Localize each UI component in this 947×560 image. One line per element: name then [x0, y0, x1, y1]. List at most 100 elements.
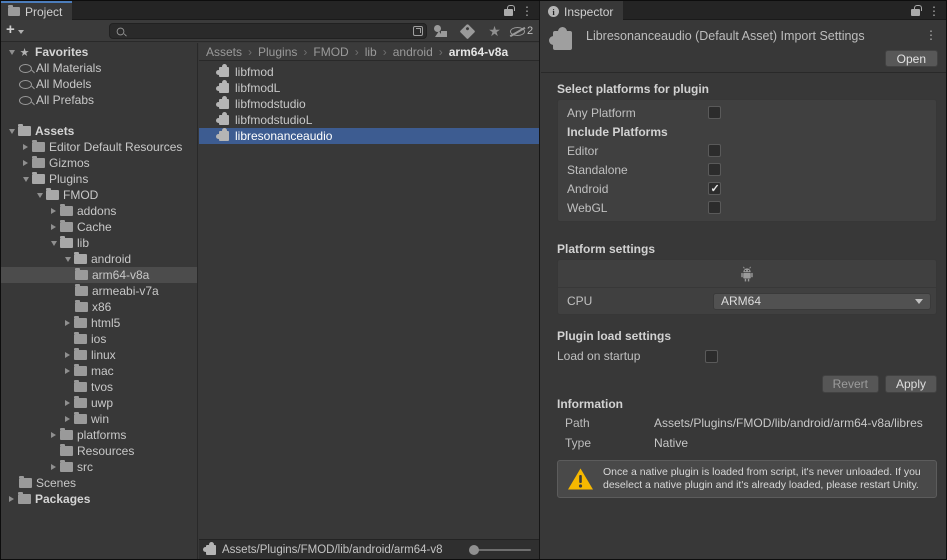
chevron-down-icon[interactable]: [19, 177, 32, 182]
chevron-right-icon[interactable]: [47, 224, 60, 230]
tree-item-armeabi-v7a[interactable]: armeabi-v7a: [1, 283, 197, 299]
breadcrumb-plugins[interactable]: Plugins: [242, 45, 297, 59]
folder-icon: [60, 204, 73, 216]
tree-item-html5[interactable]: html5: [1, 315, 197, 331]
tab-inspector[interactable]: i Inspector: [541, 1, 624, 20]
tree-item-packages[interactable]: Packages: [1, 491, 197, 507]
open-folder-icon: [46, 188, 59, 200]
kebab-menu-icon[interactable]: [928, 5, 940, 17]
import-settings-title: Libresonanceaudio (Default Asset) Import…: [586, 29, 865, 43]
chevron-down-icon[interactable]: [61, 257, 74, 262]
chevron-right-icon[interactable]: [61, 368, 74, 374]
unlock-icon[interactable]: [504, 5, 515, 16]
chevron-down-icon[interactable]: [5, 50, 18, 55]
create-asset-button[interactable]: +: [6, 22, 24, 38]
unlock-icon[interactable]: [911, 5, 922, 16]
tree-item-tvos[interactable]: tvos: [1, 379, 197, 395]
icon-size-slider[interactable]: [469, 540, 531, 560]
chevron-right-icon[interactable]: [61, 320, 74, 326]
chevron-down-icon[interactable]: [5, 129, 18, 134]
tree-item-assets[interactable]: Assets: [1, 123, 197, 139]
android-checkbox[interactable]: [708, 182, 721, 195]
filter-by-type-button[interactable]: [427, 21, 454, 41]
tree-item-android[interactable]: android: [1, 251, 197, 267]
tree-item-resources[interactable]: Resources: [1, 443, 197, 459]
chevron-right-icon[interactable]: [61, 400, 74, 406]
cpu-dropdown[interactable]: ARM64: [713, 292, 931, 310]
chevron-down-icon[interactable]: [33, 193, 46, 198]
tree-item-scenes[interactable]: Scenes: [1, 475, 197, 491]
chevron-right-icon[interactable]: [5, 496, 18, 502]
editor-checkbox[interactable]: [708, 144, 721, 157]
asset-item-libresonanceaudio[interactable]: libresonanceaudio: [199, 128, 539, 144]
kebab-menu-icon[interactable]: [521, 5, 533, 17]
android-icon[interactable]: [738, 266, 756, 282]
breadcrumb-android[interactable]: android: [377, 45, 433, 59]
tree-item-mac[interactable]: mac: [1, 363, 197, 379]
kebab-menu-icon[interactable]: [925, 29, 937, 41]
chevron-down-icon: [17, 29, 24, 34]
folder-icon: [32, 140, 45, 152]
favorites-item-all-prefabs[interactable]: All Prefabs: [1, 92, 197, 108]
breadcrumb-assets[interactable]: Assets: [206, 45, 242, 59]
chevron-right-icon[interactable]: [47, 432, 60, 438]
star-icon: [18, 46, 31, 59]
platform-row-android: Android: [558, 179, 936, 198]
plus-icon: +: [6, 21, 15, 38]
chevron-right-icon[interactable]: [47, 208, 60, 214]
cpu-label: CPU: [567, 294, 593, 308]
tree-item-plugins[interactable]: Plugins: [1, 171, 197, 187]
folder-icon: [75, 284, 88, 296]
asset-item-libfmodstudio[interactable]: libfmodstudio: [199, 96, 539, 112]
unity-editor-window: Project +: [0, 0, 947, 560]
tree-item-x86[interactable]: x86: [1, 299, 197, 315]
import-settings-header: Libresonanceaudio (Default Asset) Import…: [541, 20, 946, 72]
breadcrumb-lib[interactable]: lib: [349, 45, 377, 59]
tree-item-ios[interactable]: ios: [1, 331, 197, 347]
open-search-window-icon[interactable]: [413, 26, 423, 36]
tab-project[interactable]: Project: [1, 1, 73, 20]
tree-item-cache[interactable]: Cache: [1, 219, 197, 235]
tree-item-addons[interactable]: addons: [1, 203, 197, 219]
slider-handle[interactable]: [469, 544, 479, 555]
asset-item-libfmodl[interactable]: libfmodL: [199, 80, 539, 96]
native-plugin-warning: Once a native plugin is loaded from scri…: [557, 460, 937, 498]
any-platform-checkbox[interactable]: [708, 106, 721, 119]
apply-button[interactable]: Apply: [884, 375, 937, 393]
tree-item-fmod[interactable]: FMOD: [1, 187, 197, 203]
hidden-packages-button[interactable]: 2: [508, 21, 535, 41]
asset-item-libfmodstudiol[interactable]: libfmodstudioL: [199, 112, 539, 128]
standalone-checkbox[interactable]: [708, 163, 721, 176]
breadcrumb-arm64-v8a[interactable]: arm64-v8a: [433, 45, 508, 59]
search-input[interactable]: [109, 23, 427, 39]
filter-by-label-button[interactable]: [454, 21, 481, 41]
favorites-root[interactable]: Favorites: [1, 44, 197, 60]
chevron-right-icon[interactable]: [19, 160, 32, 166]
tree-item-linux[interactable]: linux: [1, 347, 197, 363]
asset-item-libfmod[interactable]: libfmod: [199, 64, 539, 80]
favorites-item-all-models[interactable]: All Models: [1, 76, 197, 92]
tree-item-win[interactable]: win: [1, 411, 197, 427]
inspector-panel: i Inspector Libresonanceaudio (Default A…: [541, 1, 946, 559]
chevron-right-icon[interactable]: [61, 416, 74, 422]
tree-item-lib[interactable]: lib: [1, 235, 197, 251]
chevron-right-icon[interactable]: [47, 464, 60, 470]
search-icon: [19, 63, 32, 73]
chevron-right-icon[interactable]: [19, 144, 32, 150]
revert-button[interactable]: Revert: [821, 375, 879, 393]
tree-item-editor-default-resources[interactable]: Editor Default Resources: [1, 139, 197, 155]
favorites-item-all-materials[interactable]: All Materials: [1, 60, 197, 76]
chevron-down-icon[interactable]: [47, 241, 60, 246]
webgl-checkbox[interactable]: [708, 201, 721, 214]
tree-item-gizmos[interactable]: Gizmos: [1, 155, 197, 171]
load-on-startup-checkbox[interactable]: [705, 349, 718, 363]
favorites-filter-button[interactable]: [481, 21, 508, 41]
eye-off-icon: [509, 26, 525, 37]
tree-item-uwp[interactable]: uwp: [1, 395, 197, 411]
open-button[interactable]: Open: [884, 50, 938, 67]
tree-item-arm64-v8a[interactable]: arm64-v8a: [1, 267, 197, 283]
tree-item-src[interactable]: src: [1, 459, 197, 475]
breadcrumb-fmod[interactable]: FMOD: [297, 45, 348, 59]
tree-item-platforms[interactable]: platforms: [1, 427, 197, 443]
chevron-right-icon[interactable]: [61, 352, 74, 358]
